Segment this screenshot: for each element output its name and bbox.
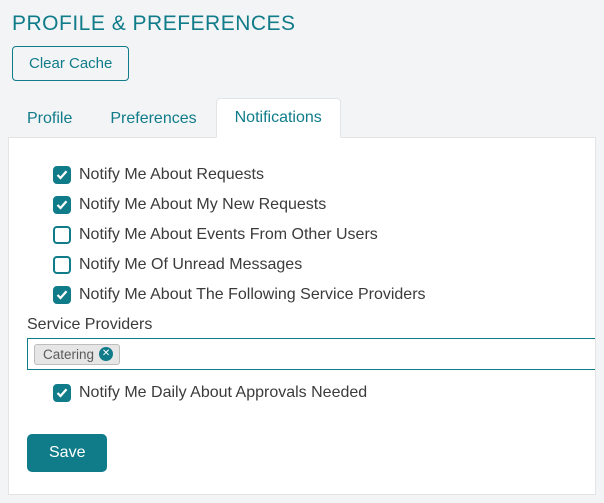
panel-inner: Notify Me About Requests Notify Me About… xyxy=(9,166,595,304)
check-label: Notify Me Of Unread Messages xyxy=(79,256,302,274)
check-row-events: Notify Me About Events From Other Users xyxy=(53,226,573,244)
checkmark-icon xyxy=(56,169,68,181)
checkmark-icon xyxy=(56,199,68,211)
service-providers-input[interactable]: Catering ✕ xyxy=(27,338,595,370)
tabbar: Profile Preferences Notifications xyxy=(8,97,596,138)
tag-catering: Catering ✕ xyxy=(34,344,120,365)
tab-preferences[interactable]: Preferences xyxy=(91,99,215,138)
checkbox-new-requests[interactable] xyxy=(53,196,71,214)
save-button[interactable]: Save xyxy=(27,434,107,472)
check-label: Notify Me About Requests xyxy=(79,166,264,184)
tag-label: Catering xyxy=(43,347,94,362)
check-row-unread: Notify Me Of Unread Messages xyxy=(53,256,573,274)
service-providers-label: Service Providers xyxy=(27,316,595,334)
tag-remove-button[interactable]: ✕ xyxy=(99,347,113,361)
checkbox-requests[interactable] xyxy=(53,166,71,184)
close-icon: ✕ xyxy=(102,349,110,359)
checkbox-providers[interactable] xyxy=(53,286,71,304)
panel-inner-bottom: Notify Me Daily About Approvals Needed xyxy=(9,384,595,402)
check-label: Notify Me Daily About Approvals Needed xyxy=(79,384,367,402)
check-label: Notify Me About My New Requests xyxy=(79,196,326,214)
checkmark-icon xyxy=(56,289,68,301)
notifications-panel: Notify Me About Requests Notify Me About… xyxy=(8,138,596,495)
check-label: Notify Me About The Following Service Pr… xyxy=(79,286,426,304)
clear-cache-button[interactable]: Clear Cache xyxy=(12,46,129,81)
checkbox-unread[interactable] xyxy=(53,256,71,274)
page-title: PROFILE & PREFERENCES xyxy=(12,12,596,36)
tab-profile[interactable]: Profile xyxy=(8,99,91,138)
check-row-approvals: Notify Me Daily About Approvals Needed xyxy=(53,384,573,402)
check-row-new-requests: Notify Me About My New Requests xyxy=(53,196,573,214)
tab-notifications[interactable]: Notifications xyxy=(216,98,341,138)
check-row-requests: Notify Me About Requests xyxy=(53,166,573,184)
check-row-providers: Notify Me About The Following Service Pr… xyxy=(53,286,573,304)
checkbox-approvals[interactable] xyxy=(53,384,71,402)
checkmark-icon xyxy=(56,387,68,399)
checkbox-events[interactable] xyxy=(53,226,71,244)
check-label: Notify Me About Events From Other Users xyxy=(79,226,378,244)
